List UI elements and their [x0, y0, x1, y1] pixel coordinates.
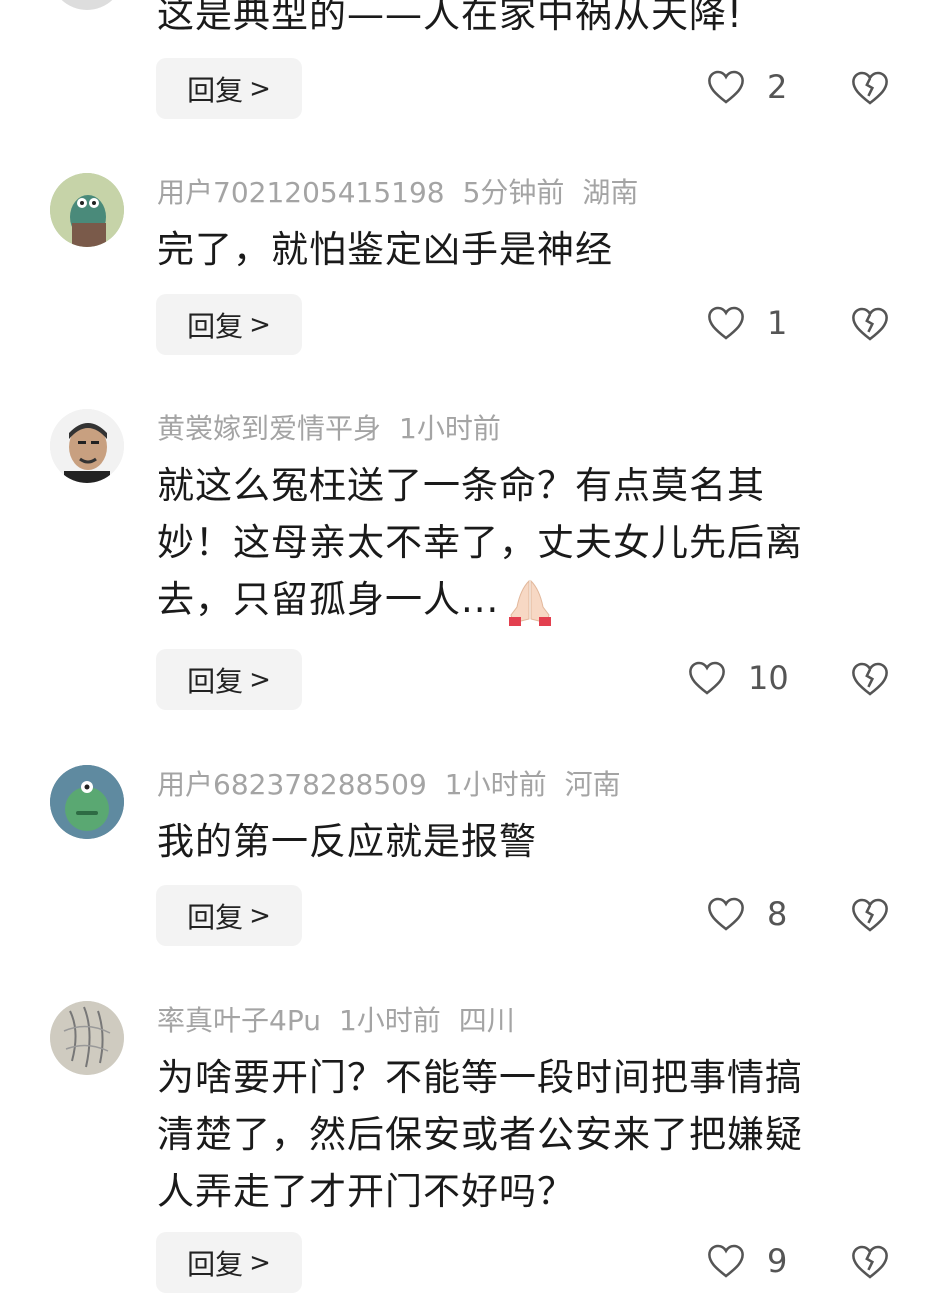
- like-button[interactable]: 2: [707, 68, 787, 106]
- avatar[interactable]: [50, 1001, 124, 1075]
- heart-outline-icon: [689, 661, 725, 695]
- broken-heart-icon[interactable]: [851, 1244, 889, 1280]
- avatar[interactable]: [50, 173, 124, 247]
- timestamp: 5分钟前: [462, 176, 565, 209]
- timestamp: 1小时前: [399, 412, 501, 445]
- reply-button[interactable]: 回复 >: [156, 294, 302, 355]
- praying-hands-emoji: [509, 579, 552, 626]
- reply-button[interactable]: 回复 >: [156, 885, 302, 946]
- username[interactable]: 用户7021205415198: [157, 176, 445, 209]
- comment-text-line: 为啥要开门？不能等一段时间把事情搞: [157, 1056, 803, 1099]
- location: 河南: [564, 768, 621, 801]
- comment-text: 为啥要开门？不能等一段时间把事情搞 清楚了，然后保安或者公安来了把嫌疑 人弄走了…: [157, 1049, 887, 1220]
- reply-button[interactable]: 回复 >: [156, 649, 302, 710]
- broken-heart-icon[interactable]: [851, 306, 889, 342]
- like-button[interactable]: 9: [707, 1242, 787, 1280]
- username[interactable]: 用户682378288509: [157, 768, 427, 801]
- timestamp: 1小时前: [444, 768, 547, 801]
- chevron-right-icon: >: [249, 1247, 271, 1278]
- chevron-right-icon: >: [249, 309, 271, 340]
- like-count: 10: [748, 659, 789, 697]
- like-button[interactable]: 10: [688, 659, 789, 697]
- broken-heart-icon[interactable]: [851, 70, 889, 106]
- location: 湖南: [582, 176, 639, 209]
- comment-text-line: 清楚了，然后保安或者公安来了把嫌疑: [157, 1113, 803, 1156]
- like-count: 1: [767, 304, 788, 342]
- broken-heart-icon[interactable]: [851, 661, 889, 697]
- broken-heart-icon[interactable]: [851, 897, 889, 933]
- reply-label: 回复: [187, 309, 244, 343]
- comment-text-line: 去，只留孤身一人...: [157, 571, 887, 628]
- heart-outline-icon: [708, 897, 744, 931]
- comment-text: 完了，就怕鉴定凶手是神经: [157, 228, 613, 271]
- reply-label: 回复: [187, 900, 244, 934]
- chevron-right-icon: >: [249, 664, 271, 695]
- comment-text-line: 妙！这母亲太不幸了，丈夫女儿先后离: [157, 521, 803, 564]
- username[interactable]: 黄裳嫁到爱情平身: [157, 412, 381, 445]
- reply-button[interactable]: 回复 >: [156, 58, 302, 119]
- comment-text: 就这么冤枉送了一条命？有点莫名其 妙！这母亲太不幸了，丈夫女儿先后离 去，只留孤…: [157, 457, 887, 628]
- like-count: 9: [767, 1242, 788, 1280]
- heart-outline-icon: [708, 70, 744, 104]
- avatar[interactable]: [50, 765, 124, 839]
- comment-text: 这是典型的——人在家中祸从天降!: [157, 0, 743, 36]
- comment-meta: 用户7021205415198 5分钟前 湖南: [157, 175, 656, 211]
- comment-meta: 黄裳嫁到爱情平身 1小时前: [157, 411, 519, 447]
- comment-text-line: 人弄走了才开门不好吗？: [157, 1170, 575, 1213]
- heart-outline-icon: [708, 306, 744, 340]
- comment-text-line: 就这么冤枉送了一条命？有点莫名其: [157, 464, 765, 507]
- like-count: 8: [767, 895, 788, 933]
- heart-outline-icon: [708, 1244, 744, 1278]
- timestamp: 1小时前: [338, 1004, 441, 1037]
- avatar[interactable]: [50, 409, 124, 483]
- reply-label: 回复: [187, 1247, 244, 1281]
- avatar[interactable]: [50, 0, 124, 10]
- reply-label: 回复: [187, 73, 244, 107]
- chevron-right-icon: >: [249, 73, 271, 104]
- reply-label: 回复: [187, 664, 244, 698]
- like-count: 2: [767, 68, 788, 106]
- location: 四川: [458, 1004, 515, 1037]
- like-button[interactable]: 1: [707, 304, 787, 342]
- like-button[interactable]: 8: [707, 895, 787, 933]
- comment-meta: 用户682378288509 1小时前 河南: [157, 767, 639, 803]
- username[interactable]: 率真叶子4Pu: [157, 1004, 321, 1037]
- reply-button[interactable]: 回复 >: [156, 1232, 302, 1293]
- comment-text: 我的第一反应就是报警: [157, 820, 537, 863]
- comment-meta: 率真叶子4Pu 1小时前 四川: [157, 1003, 533, 1039]
- chevron-right-icon: >: [249, 900, 271, 931]
